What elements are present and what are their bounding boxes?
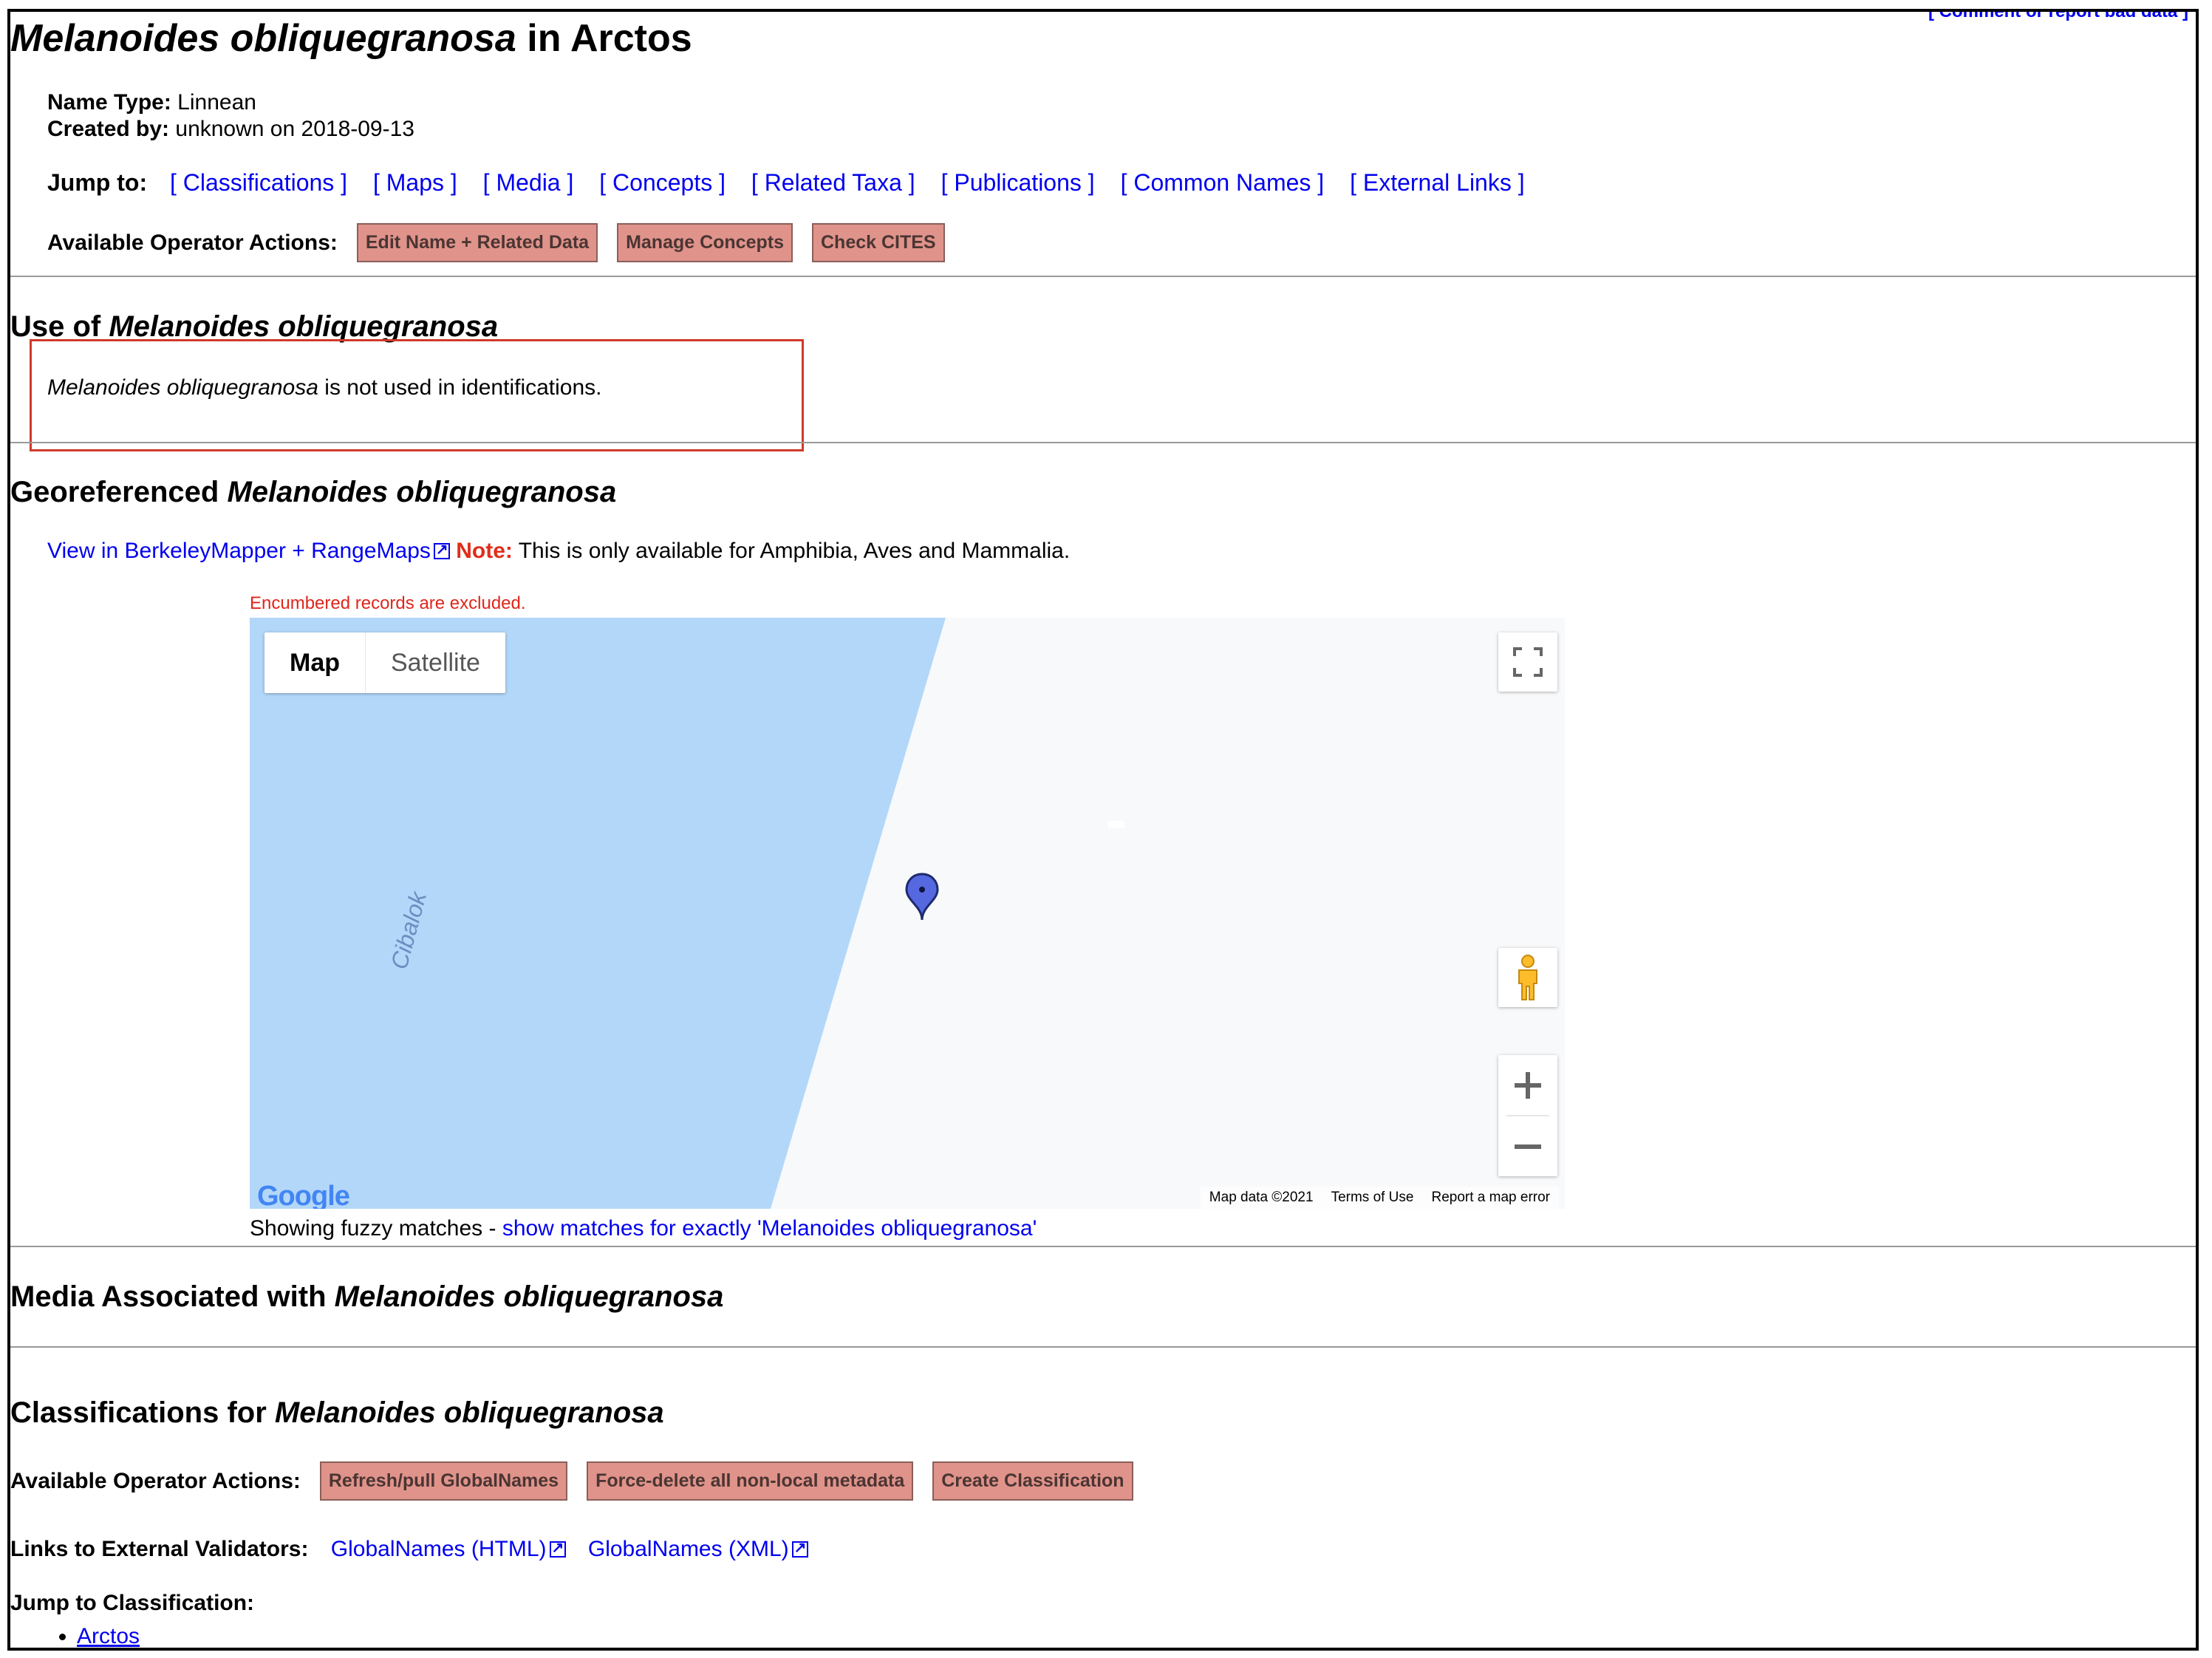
georef-heading-taxon: Melanoides obliquegranosa [227, 476, 617, 508]
jump-to-label: Jump to: [47, 169, 148, 196]
map-view[interactable]: Map Satellite Cibalok Google Map data ©2… [250, 618, 1565, 1209]
comment-report-link[interactable]: [ Comment or report bad data ] [1928, 12, 2188, 22]
classification-arctos-link[interactable]: Arctos [77, 1624, 140, 1648]
zoom-in-button[interactable] [1498, 1055, 1557, 1115]
validators-row: Links to External Validators: GlobalName… [10, 1537, 808, 1562]
use-text: Melanoides obliquegranosa is not used in… [47, 375, 602, 400]
name-type-value: Linnean [171, 90, 256, 115]
divider [10, 1346, 2196, 1348]
operator-actions-label: Available Operator Actions: [47, 230, 338, 255]
classifications-heading: Classifications for Melanoides obliquegr… [10, 1396, 664, 1430]
manage-concepts-button[interactable]: Manage Concepts [617, 223, 793, 262]
page-frame: [ Comment or report bad data ] Melanoide… [7, 9, 2199, 1651]
check-cites-button[interactable]: Check CITES [812, 223, 945, 262]
media-heading-prefix: Media Associated with [10, 1280, 335, 1313]
classification-operator-actions: Available Operator Actions: Refresh/pull… [10, 1461, 1153, 1501]
jump-media-link[interactable]: [ Media ] [483, 169, 574, 196]
encumbered-notice: Encumbered records are excluded. [250, 593, 526, 613]
force-delete-metadata-button[interactable]: Force-delete all non-local metadata [587, 1461, 914, 1501]
map-attribution: Map data ©2021 Terms of Use Report a map… [1200, 1187, 1559, 1209]
classifications-heading-prefix: Classifications for [10, 1396, 275, 1429]
mapper-row: View in BerkeleyMapper + RangeMaps Note:… [47, 539, 1070, 564]
name-type-row: Name Type: Linnean [47, 90, 256, 115]
created-by-label: Created by: [47, 117, 170, 141]
berkeleymapper-link[interactable]: View in BerkeleyMapper + RangeMaps [47, 539, 431, 563]
divider [10, 1246, 2196, 1247]
external-link-icon [433, 540, 450, 559]
note-text: This is only available for Amphibia, Ave… [512, 539, 1071, 563]
jump-related-taxa-link[interactable]: [ Related Taxa ] [751, 169, 915, 196]
jump-common-names-link[interactable]: [ Common Names ] [1121, 169, 1325, 196]
note-label: Note: [456, 539, 513, 563]
map-type-control: Map Satellite [264, 632, 505, 693]
water-area [250, 618, 946, 1209]
map-type-satellite-button[interactable]: Satellite [366, 632, 505, 693]
external-link-icon [791, 1538, 808, 1558]
jump-classification-label-text: Jump to Classification: [10, 1591, 255, 1615]
created-by-value: unknown on 2018-09-13 [169, 117, 414, 141]
report-map-error-link[interactable]: Report a map error [1431, 1190, 1550, 1206]
use-heading-taxon: Melanoides obliquegranosa [109, 310, 499, 343]
validators-label: Links to External Validators: [10, 1537, 309, 1561]
divider [10, 276, 2196, 277]
divider [10, 442, 2196, 443]
external-link-icon [549, 1538, 566, 1558]
georef-heading-prefix: Georeferenced [10, 476, 228, 508]
list-item: Arctos [77, 1624, 140, 1648]
use-text-rest: is not used in identifications. [318, 375, 602, 400]
zoom-out-icon [1515, 1144, 1541, 1149]
refresh-globalnames-button[interactable]: Refresh/pull GlobalNames [319, 1461, 568, 1501]
globalnames-html-link[interactable]: GlobalNames (HTML) [331, 1537, 547, 1561]
terms-of-use-link[interactable]: Terms of Use [1331, 1190, 1414, 1206]
fuzzy-prefix: Showing fuzzy matches - [250, 1216, 502, 1241]
globalnames-xml-link[interactable]: GlobalNames (XML) [588, 1537, 789, 1561]
jump-to-nav: Jump to: [ Classifications ] [ Maps ] [ … [47, 169, 1544, 197]
name-type-label: Name Type: [47, 90, 171, 115]
title-taxon: Melanoides obliquegranosa [10, 17, 516, 60]
zoom-control [1498, 1055, 1557, 1176]
zoom-in-icon [1515, 1071, 1541, 1099]
use-text-taxon: Melanoides obliquegranosa [47, 375, 318, 400]
pegman-icon [1518, 955, 1537, 1000]
fullscreen-icon [1513, 647, 1543, 677]
georef-heading: Georeferenced Melanoides obliquegranosa [10, 476, 616, 509]
created-by-row: Created by: unknown on 2018-09-13 [47, 117, 414, 142]
map-speck [1108, 821, 1124, 828]
media-heading-taxon: Melanoides obliquegranosa [334, 1280, 724, 1313]
jump-external-links-link[interactable]: [ External Links ] [1350, 169, 1525, 196]
classification-list: Arctos [47, 1624, 140, 1648]
map-marker-pin[interactable] [904, 873, 940, 921]
create-classification-button[interactable]: Create Classification [932, 1461, 1133, 1501]
edit-name-button[interactable]: Edit Name + Related Data [356, 223, 598, 262]
map-type-map-button[interactable]: Map [264, 632, 366, 693]
map-data-credit: Map data ©2021 [1209, 1190, 1314, 1205]
google-logo-text: Google [257, 1181, 350, 1209]
fuzzy-row: Showing fuzzy matches - show matches for… [250, 1216, 1037, 1241]
classifications-heading-taxon: Melanoides obliquegranosa [274, 1396, 664, 1429]
classification-ops-label: Available Operator Actions: [10, 1468, 301, 1493]
jump-classifications-link[interactable]: [ Classifications ] [170, 169, 347, 196]
fullscreen-button[interactable] [1498, 632, 1557, 692]
jump-concepts-link[interactable]: [ Concepts ] [599, 169, 726, 196]
title-suffix: in Arctos [516, 17, 692, 60]
jump-publications-link[interactable]: [ Publications ] [941, 169, 1095, 196]
operator-actions: Available Operator Actions: Edit Name + … [47, 223, 964, 262]
jump-maps-link[interactable]: [ Maps ] [373, 169, 457, 196]
page-title: Melanoides obliquegranosa in Arctos [10, 16, 692, 61]
exact-matches-link[interactable]: show matches for exactly 'Melanoides obl… [502, 1216, 1037, 1241]
street-view-pegman[interactable] [1498, 948, 1557, 1007]
media-heading: Media Associated with Melanoides oblique… [10, 1280, 723, 1314]
google-logo: Google [257, 1181, 350, 1209]
jump-classification-label: Jump to Classification: [10, 1591, 254, 1616]
zoom-out-button[interactable] [1498, 1116, 1557, 1176]
use-heading-prefix: Use of [10, 310, 109, 343]
